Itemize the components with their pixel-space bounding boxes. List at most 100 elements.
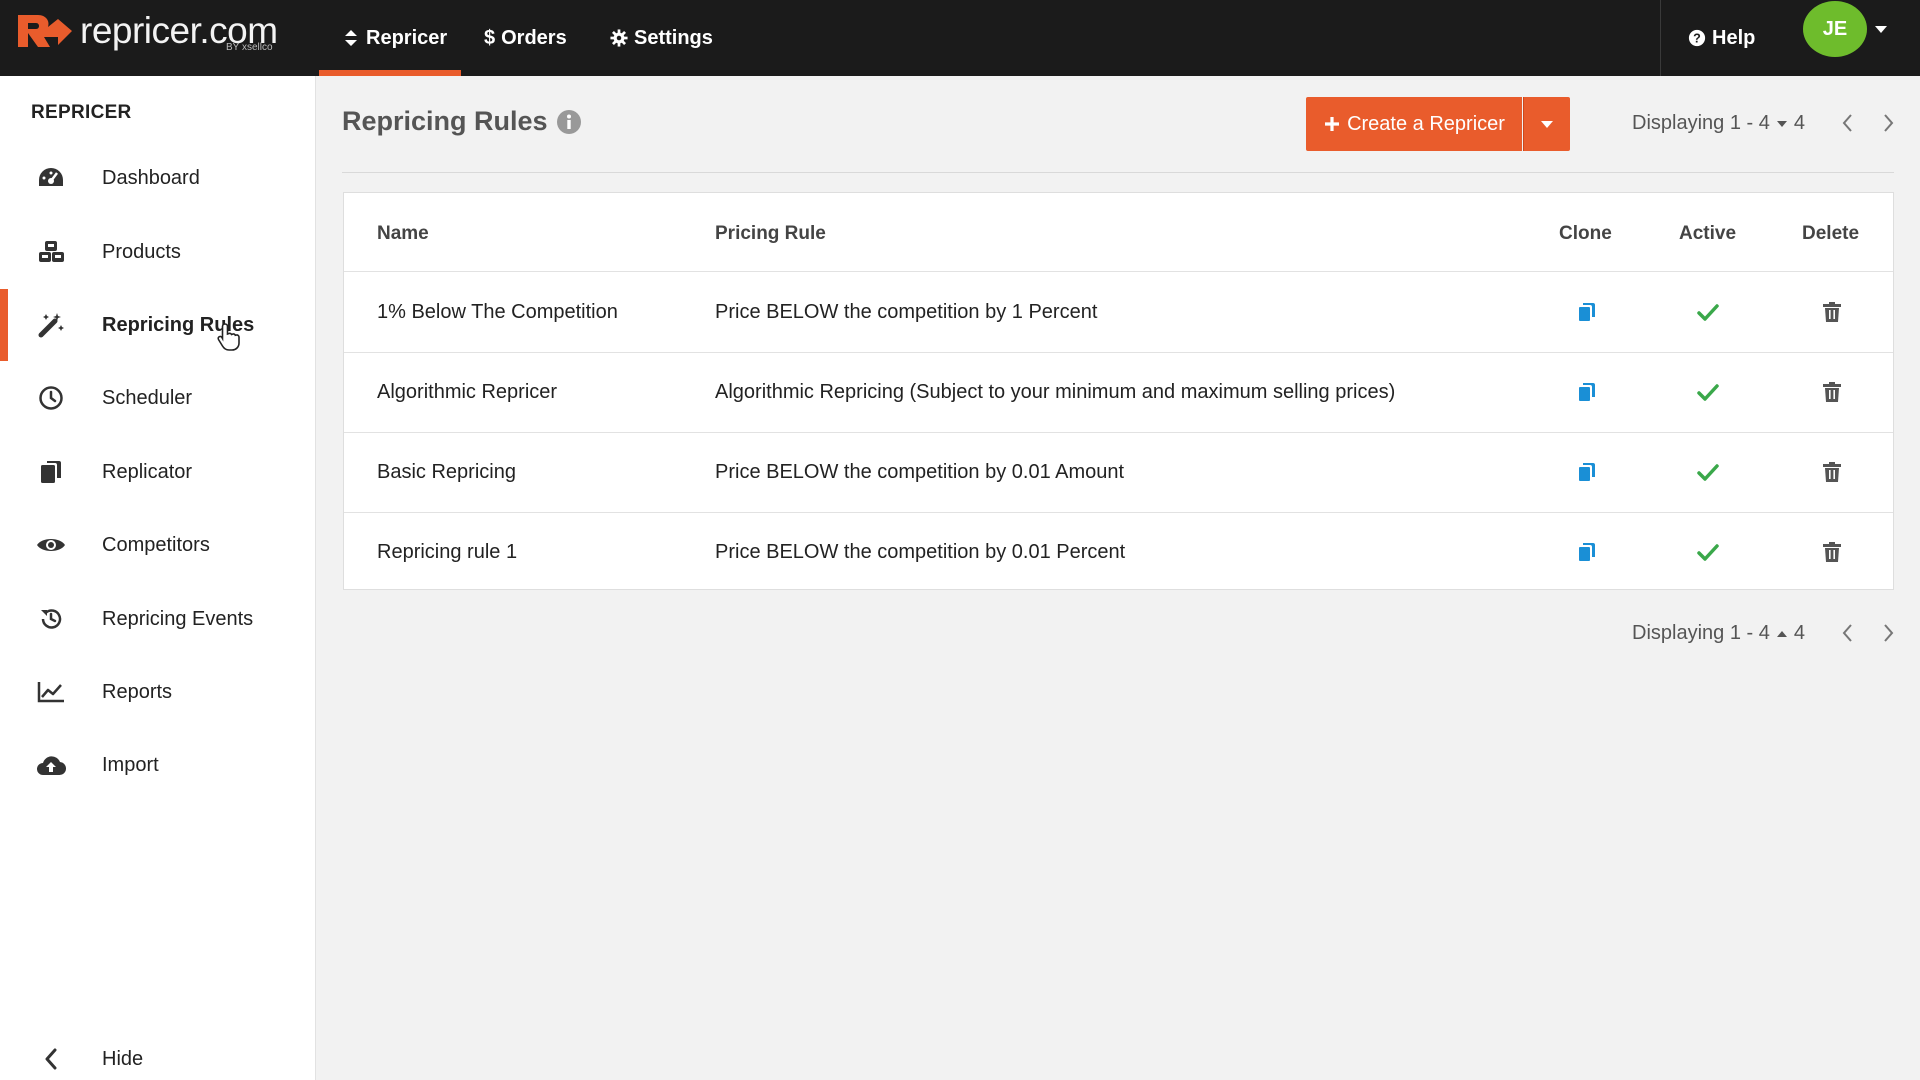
- brand-subtitle: BY xsellco: [226, 42, 273, 53]
- rule-name[interactable]: Repricing rule 1: [377, 541, 517, 564]
- pager-bottom[interactable]: Displaying 1 - 4 4: [1632, 622, 1805, 645]
- clone-icon[interactable]: [1576, 301, 1598, 323]
- column-header-pricing-rule[interactable]: Pricing Rule: [715, 223, 826, 245]
- delete-trash-icon[interactable]: [1821, 461, 1843, 483]
- caret-up-icon: [1776, 630, 1787, 637]
- table-header: Name Pricing Rule Clone Active Delete: [344, 193, 1893, 272]
- sidebar-item-import[interactable]: Import: [0, 735, 316, 795]
- svg-text:?: ?: [1693, 32, 1701, 46]
- active-check-icon[interactable]: [1697, 541, 1719, 563]
- page-title: Repricing Rules: [342, 106, 582, 137]
- pager-top-total: 4: [1793, 112, 1805, 134]
- nav-active-indicator: [319, 70, 461, 76]
- magic-wand-icon: [36, 311, 66, 339]
- create-options-dropdown[interactable]: [1523, 97, 1570, 151]
- dollar-icon: $: [484, 26, 496, 49]
- nav-settings[interactable]: Settings: [610, 0, 713, 76]
- rule-name[interactable]: Algorithmic Repricer: [377, 381, 557, 404]
- sidebar-hide-label: Hide: [102, 1047, 144, 1070]
- sidebar-item-scheduler[interactable]: Scheduler: [0, 368, 316, 428]
- caret-down-icon: [1541, 121, 1553, 128]
- pager-bottom-text: Displaying 1 - 4: [1632, 622, 1770, 644]
- sidebar-item-reports[interactable]: Reports: [0, 662, 316, 722]
- caret-down-icon[interactable]: [1874, 24, 1888, 34]
- nav-orders-label: Orders: [501, 26, 567, 49]
- sort-icon: [345, 30, 357, 46]
- table-row[interactable]: 1% Below The Competition Price BELOW the…: [344, 273, 1893, 353]
- column-header-active: Active: [1679, 223, 1737, 244]
- previous-page-icon[interactable]: [1840, 112, 1856, 134]
- rule-description: Price BELOW the competition by 0.01 Amou…: [715, 461, 1125, 483]
- column-header-clone: Clone: [1559, 223, 1612, 244]
- column-header-name[interactable]: Name: [377, 223, 429, 245]
- active-check-icon[interactable]: [1697, 461, 1719, 483]
- sidebar-item-label: Dashboard: [102, 166, 200, 189]
- user-avatar[interactable]: JE: [1803, 1, 1867, 57]
- repricing-rules-table: Name Pricing Rule Clone Active Delete 1%…: [343, 192, 1894, 590]
- cloud-upload-icon: [36, 751, 66, 779]
- rule-name[interactable]: 1% Below The Competition: [377, 301, 618, 324]
- help-label: Help: [1712, 26, 1756, 49]
- sidebar-item-products[interactable]: Products: [0, 222, 316, 282]
- rule-description: Price BELOW the competition by 1 Percent: [715, 301, 1098, 323]
- gear-icon: [610, 29, 628, 47]
- create-repricer-label: Create a Repricer: [1347, 112, 1505, 135]
- pager-top[interactable]: Displaying 1 - 4 4: [1632, 112, 1805, 135]
- previous-page-icon[interactable]: [1840, 622, 1856, 644]
- nav-settings-label: Settings: [634, 26, 713, 49]
- sidebar-item-repricing-events[interactable]: Repricing Events: [0, 589, 316, 649]
- table-row[interactable]: Algorithmic Repricer Algorithmic Reprici…: [344, 353, 1893, 433]
- help-link[interactable]: ? Help: [1688, 0, 1755, 76]
- repricer-logo-icon: [18, 15, 72, 47]
- delete-trash-icon[interactable]: [1821, 381, 1843, 403]
- plus-icon: [1325, 117, 1340, 131]
- create-repricer-button[interactable]: Create a Repricer: [1306, 97, 1522, 151]
- sidebar-item-label: Replicator: [102, 460, 193, 483]
- delete-trash-icon[interactable]: [1821, 541, 1843, 563]
- dashboard-icon: [36, 164, 66, 192]
- sidebar-item-repricing-rules[interactable]: Repricing Rules: [0, 295, 316, 355]
- hand-cursor-icon: [217, 323, 240, 351]
- sidebar-item-competitors[interactable]: Competitors: [0, 515, 316, 575]
- clone-icon[interactable]: [1576, 541, 1598, 563]
- rule-description: Price BELOW the competition by 0.01 Perc…: [715, 541, 1126, 563]
- sidebar-item-dashboard[interactable]: Dashboard: [0, 148, 316, 208]
- nav-repricer[interactable]: Repricer: [342, 0, 447, 76]
- nav-orders[interactable]: $ Orders: [484, 0, 567, 76]
- next-page-icon[interactable]: [1880, 112, 1896, 134]
- sidebar-item-label: Scheduler: [102, 386, 193, 409]
- nav-repricer-label: Repricer: [366, 26, 448, 49]
- page-title-text: Repricing Rules: [342, 106, 548, 136]
- line-chart-icon: [36, 678, 66, 706]
- history-icon: [36, 605, 66, 633]
- active-check-icon[interactable]: [1697, 381, 1719, 403]
- clone-icon[interactable]: [1576, 381, 1598, 403]
- sidebar-item-label: Repricing Events: [102, 607, 254, 630]
- clock-icon: [36, 384, 66, 412]
- table-row[interactable]: Basic Repricing Price BELOW the competit…: [344, 433, 1893, 513]
- top-bar: repricer.com BY xsellco Repricer $ Order…: [0, 0, 1920, 76]
- active-check-icon[interactable]: [1697, 301, 1719, 323]
- header-divider: [342, 172, 1894, 173]
- delete-trash-icon[interactable]: [1821, 301, 1843, 323]
- cubes-icon: [36, 238, 66, 266]
- sidebar-title: REPRICER: [31, 102, 132, 123]
- sidebar-item-label: Reports: [102, 680, 173, 703]
- next-page-icon[interactable]: [1880, 622, 1896, 644]
- eye-icon: [36, 531, 66, 559]
- sidebar-item-label: Products: [102, 240, 181, 263]
- sidebar: REPRICER Dashboard Products Repricing Ru…: [0, 76, 316, 1080]
- rule-description: Algorithmic Repricing (Subject to your m…: [715, 381, 1396, 403]
- pager-top-text: Displaying 1 - 4: [1632, 112, 1770, 134]
- info-icon[interactable]: [556, 109, 582, 135]
- sidebar-hide-toggle[interactable]: Hide: [0, 1029, 316, 1080]
- clone-icon[interactable]: [1576, 461, 1598, 483]
- sidebar-item-label: Import: [102, 753, 159, 776]
- table-row[interactable]: Repricing rule 1 Price BELOW the competi…: [344, 513, 1893, 591]
- top-divider: [1660, 0, 1661, 76]
- sidebar-item-label: Competitors: [102, 533, 210, 556]
- sidebar-item-replicator[interactable]: Replicator: [0, 442, 316, 502]
- chevron-left-icon: [36, 1045, 66, 1073]
- rule-name[interactable]: Basic Repricing: [377, 461, 516, 484]
- column-header-delete: Delete: [1802, 223, 1860, 244]
